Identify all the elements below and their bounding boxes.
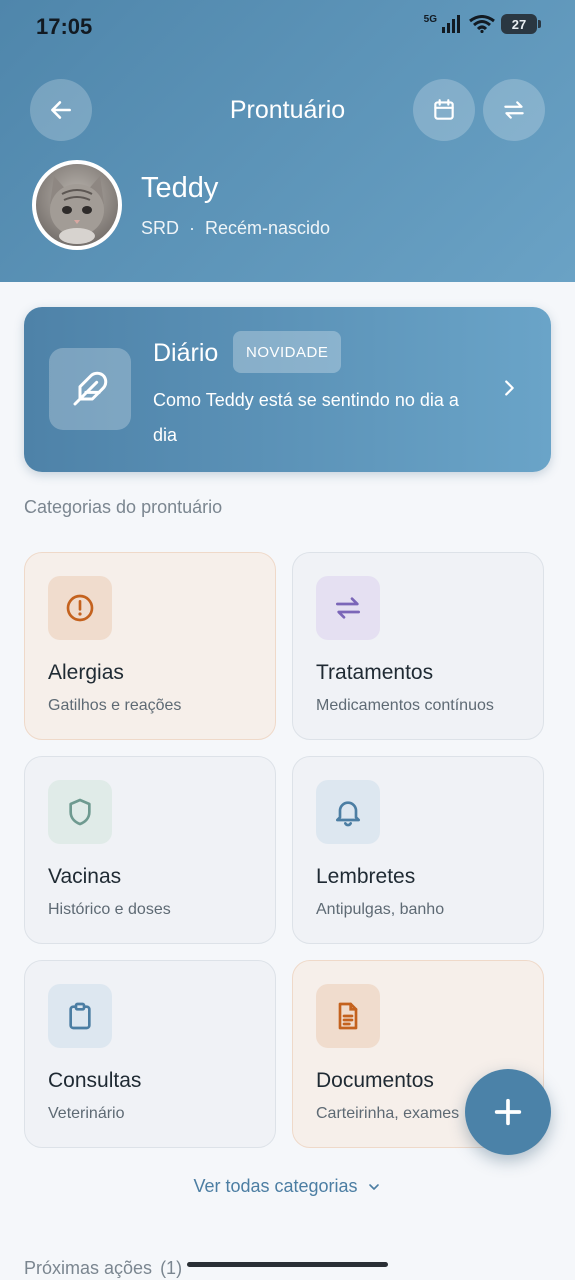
signal-icon bbox=[442, 15, 460, 33]
add-button[interactable] bbox=[465, 1069, 551, 1155]
category-icon-box bbox=[316, 780, 380, 844]
category-title: Consultas bbox=[48, 1069, 142, 1092]
status-bar: 17:05 5G 27 bbox=[0, 0, 575, 56]
swap-icon bbox=[504, 101, 524, 119]
header: 17:05 5G 27 Prontuário Teddy SRD · Recém… bbox=[0, 0, 575, 282]
see-all-label: Ver todas categorias bbox=[193, 1176, 358, 1196]
next-actions-label: Próximas ações (1) bbox=[24, 1258, 182, 1279]
battery-level: 27 bbox=[511, 16, 527, 32]
category-card-alergias[interactable]: Alergias Gatilhos e reações bbox=[24, 552, 276, 740]
network-label: 5G bbox=[423, 14, 437, 25]
pet-age: Recém-nascido bbox=[205, 218, 331, 238]
shield-icon bbox=[69, 798, 91, 826]
category-subtitle: Medicamentos contínuos bbox=[316, 697, 494, 714]
calendar-button[interactable] bbox=[413, 79, 475, 141]
category-card-vacinas[interactable]: Vacinas Histórico e doses bbox=[24, 756, 276, 944]
category-subtitle: Carteirinha, exames bbox=[316, 1105, 460, 1122]
category-title: Alergias bbox=[48, 661, 124, 684]
pet-meta: SRD · Recém-nascido bbox=[141, 218, 330, 239]
clipboard-icon bbox=[69, 1002, 91, 1030]
category-icon-box bbox=[48, 984, 112, 1048]
feather-icon bbox=[73, 371, 108, 406]
status-icons: 5G 27 bbox=[423, 14, 541, 34]
new-badge: NOVIDADE bbox=[233, 331, 342, 373]
wifi-icon bbox=[469, 15, 495, 33]
chevron-down-icon bbox=[368, 1183, 379, 1190]
alert-circle-icon bbox=[66, 594, 94, 622]
cat-photo bbox=[50, 176, 104, 244]
category-icon-box bbox=[48, 780, 112, 844]
swap-icon bbox=[336, 597, 360, 619]
category-title: Tratamentos bbox=[316, 661, 434, 684]
category-title: Documentos bbox=[316, 1069, 434, 1092]
calendar-icon bbox=[434, 99, 454, 120]
plus-icon bbox=[494, 1098, 522, 1126]
home-indicator[interactable] bbox=[187, 1262, 388, 1267]
status-time: 17:05 bbox=[36, 14, 93, 39]
category-card-tratamentos[interactable]: Tratamentos Medicamentos contínuos bbox=[292, 552, 544, 740]
next-actions-count: (1) bbox=[160, 1258, 183, 1278]
diary-description: Como Teddy está se sentindo no dia a dia bbox=[153, 390, 459, 445]
meta-separator: · bbox=[189, 218, 196, 238]
category-subtitle: Antipulgas, banho bbox=[316, 901, 445, 918]
diary-title: Diário bbox=[153, 339, 219, 367]
category-card-consultas[interactable]: Consultas Veterinário bbox=[24, 960, 276, 1148]
see-all-categories-link[interactable]: Ver todas categorias bbox=[0, 1176, 575, 1197]
category-title: Lembretes bbox=[316, 865, 416, 888]
category-subtitle: Veterinário bbox=[48, 1105, 125, 1122]
diary-card[interactable]: Diário NOVIDADE Como Teddy está se senti… bbox=[24, 307, 551, 472]
pet-name: Teddy bbox=[141, 172, 219, 204]
pet-avatar[interactable] bbox=[32, 160, 122, 250]
bell-icon bbox=[336, 801, 360, 827]
next-actions-title: Próximas ações bbox=[24, 1258, 153, 1278]
category-icon-box bbox=[316, 576, 380, 640]
category-icon-box bbox=[316, 984, 380, 1048]
document-icon bbox=[338, 1002, 358, 1030]
chevron-right-icon bbox=[498, 377, 520, 404]
category-icon-box bbox=[48, 576, 112, 640]
battery-indicator: 27 bbox=[501, 14, 541, 34]
category-card-lembretes[interactable]: Lembretes Antipulgas, banho bbox=[292, 756, 544, 944]
category-subtitle: Gatilhos e reações bbox=[48, 697, 182, 714]
pet-breed: SRD bbox=[141, 218, 180, 238]
categories-section-label: Categorias do prontuário bbox=[24, 497, 223, 517]
category-title: Vacinas bbox=[48, 865, 122, 888]
category-subtitle: Histórico e doses bbox=[48, 901, 171, 918]
diary-icon-box bbox=[49, 348, 131, 430]
switch-pet-button[interactable] bbox=[483, 79, 545, 141]
